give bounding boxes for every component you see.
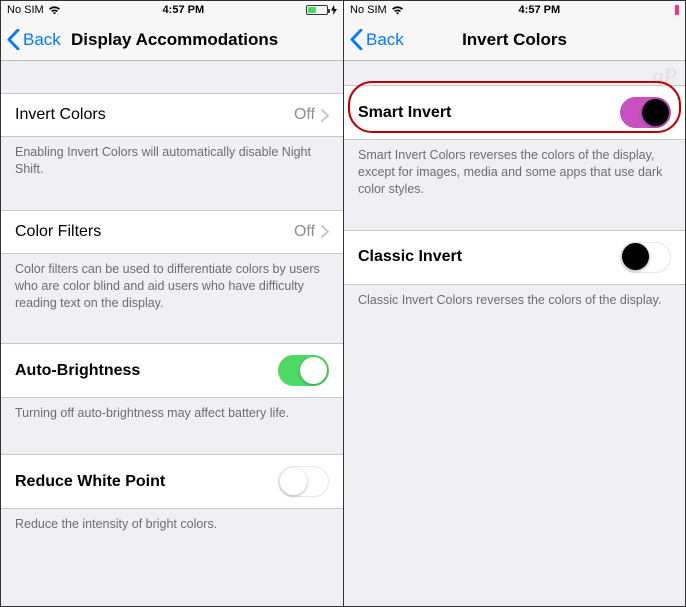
row-color-filters[interactable]: Color Filters Off — [1, 210, 343, 254]
phone-left: No SIM 4:57 PM Back Display Accommodatio… — [1, 1, 343, 606]
toggle-reduce-white-point[interactable] — [278, 466, 329, 497]
nav-bar: Back Display Accommodations — [1, 19, 343, 61]
row-label: Classic Invert — [358, 248, 462, 266]
row-classic-invert[interactable]: Classic Invert — [344, 230, 685, 285]
battery-indicator — [675, 5, 679, 15]
back-label: Back — [23, 30, 61, 50]
phone-right: No SIM 4:57 PM Back Invert Colors gP Sma… — [343, 1, 685, 606]
chevron-right-icon — [321, 109, 329, 122]
wifi-icon — [391, 5, 404, 15]
row-label: Smart Invert — [358, 104, 451, 122]
row-label: Color Filters — [15, 223, 101, 241]
wifi-icon — [48, 5, 61, 15]
chevron-right-icon — [321, 225, 329, 238]
row-smart-invert[interactable]: Smart Invert — [344, 85, 685, 140]
row-value: Off — [294, 223, 315, 241]
battery-icon — [306, 5, 328, 15]
row-invert-colors[interactable]: Invert Colors Off — [1, 93, 343, 137]
back-button[interactable]: Back — [350, 29, 404, 50]
clock-text: 4:57 PM — [163, 4, 205, 16]
row-label: Invert Colors — [15, 106, 106, 124]
row-footer: Smart Invert Colors reverses the colors … — [344, 140, 685, 198]
row-footer: Reduce the intensity of bright colors. — [1, 509, 343, 533]
status-bar: No SIM 4:57 PM — [1, 1, 343, 19]
nav-bar: Back Invert Colors — [344, 19, 685, 61]
charging-icon — [331, 5, 337, 15]
row-value: Off — [294, 106, 315, 124]
row-footer: Turning off auto-brightness may affect b… — [1, 398, 343, 422]
chevron-left-icon — [350, 29, 363, 50]
back-button[interactable]: Back — [7, 29, 61, 50]
row-footer: Color filters can be used to differentia… — [1, 254, 343, 312]
row-auto-brightness[interactable]: Auto-Brightness — [1, 343, 343, 398]
toggle-smart-invert[interactable] — [620, 97, 671, 128]
carrier-text: No SIM — [350, 4, 387, 16]
back-label: Back — [366, 30, 404, 50]
settings-list: Smart Invert Smart Invert Colors reverse… — [344, 61, 685, 606]
chevron-left-icon — [7, 29, 20, 50]
toggle-classic-invert[interactable] — [620, 242, 671, 273]
toggle-auto-brightness[interactable] — [278, 355, 329, 386]
clock-text: 4:57 PM — [519, 4, 561, 16]
status-bar: No SIM 4:57 PM — [344, 1, 685, 19]
row-label: Reduce White Point — [15, 473, 165, 491]
carrier-text: No SIM — [7, 4, 44, 16]
row-reduce-white-point[interactable]: Reduce White Point — [1, 454, 343, 509]
row-label: Auto-Brightness — [15, 362, 140, 380]
row-footer: Classic Invert Colors reverses the color… — [344, 285, 685, 309]
row-footer: Enabling Invert Colors will automaticall… — [1, 137, 343, 178]
settings-list: Invert Colors Off Enabling Invert Colors… — [1, 61, 343, 606]
